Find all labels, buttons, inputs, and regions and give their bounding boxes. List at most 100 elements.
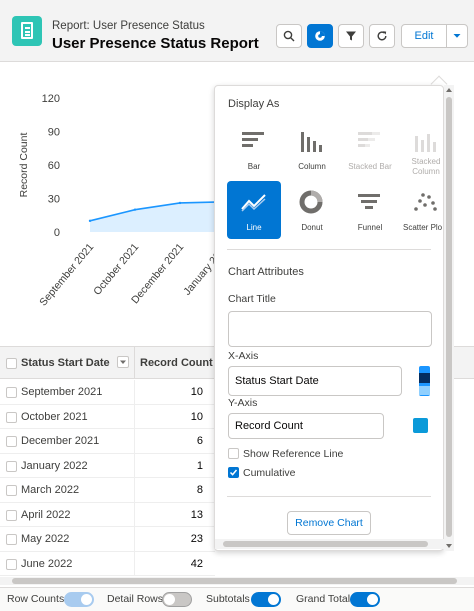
table-row[interactable]: December 2021 6 [0, 429, 215, 454]
scrollbar-thumb[interactable] [223, 541, 428, 547]
column-menu-button[interactable] [117, 356, 129, 368]
y-tick-label: 60 [48, 160, 60, 172]
chart-type-label: Donut [301, 223, 323, 232]
line-chart-icon [241, 194, 266, 212]
row-checkbox[interactable] [6, 534, 17, 545]
display-as-heading: Display As [228, 98, 280, 110]
table-row[interactable]: May 2022 23 [0, 527, 215, 552]
table-row[interactable]: October 2021 10 [0, 404, 215, 429]
refresh-button[interactable] [369, 24, 395, 48]
column-header-label: Status Start Date [21, 357, 110, 369]
chart-type-label: Funnel [357, 223, 383, 232]
scrollbar-thumb[interactable] [12, 578, 457, 584]
y-axis-select[interactable]: Record Count [228, 413, 384, 439]
scatter-plot-icon [414, 193, 437, 211]
table-row[interactable]: September 2021 10 [0, 380, 215, 405]
x-axis-select[interactable]: Status Start Date [228, 366, 402, 396]
row-record-count: 8 [196, 484, 203, 496]
x-tick-label: September 2021 [37, 241, 96, 308]
table-horizontal-scrollbar[interactable] [0, 577, 474, 585]
edit-button[interactable]: Edit [401, 24, 447, 48]
row-counts-label: Row Counts [7, 593, 65, 605]
row-checkbox[interactable] [6, 558, 17, 570]
x-axis-color-picker[interactable] [419, 366, 430, 396]
y-axis-color-picker[interactable] [413, 418, 428, 433]
edit-menu-button[interactable] [446, 24, 468, 48]
row-status-start-date: May 2022 [21, 533, 70, 545]
row-record-count: 6 [196, 435, 203, 447]
chart-type-stacked-bar: Stacked Bar [343, 120, 397, 178]
divider [227, 249, 431, 250]
page-title: User Presence Status Report [52, 35, 259, 52]
panel-horizontal-scrollbar[interactable] [215, 539, 444, 549]
report-header: Report: User Presence Status User Presen… [0, 0, 474, 62]
row-counts-toggle[interactable] [64, 592, 94, 607]
subtotals-toggle[interactable] [251, 592, 281, 607]
y-axis-label: Record Count [18, 133, 30, 198]
table-row[interactable]: March 2022 8 [0, 478, 215, 503]
grand-total-toggle[interactable] [350, 592, 380, 607]
row-status-start-date: January 2022 [21, 459, 88, 472]
grand-total-label: Grand Total [296, 593, 351, 605]
row-checkbox[interactable] [6, 411, 17, 423]
column-header-status-start-date[interactable]: Status Start Date ↑ [21, 347, 121, 379]
chart-type-funnel[interactable]: Funnel [343, 181, 397, 239]
show-reference-line-checkbox[interactable] [228, 448, 239, 459]
chevron-down-icon [120, 360, 126, 364]
report-app-icon [12, 16, 42, 46]
row-record-count: 13 [190, 508, 203, 521]
row-record-count: 23 [190, 533, 203, 545]
chevron-down-icon [453, 34, 461, 38]
column-header-record-count[interactable]: Record Count [140, 347, 213, 379]
y-tick-label: 90 [48, 127, 60, 139]
row-checkbox[interactable] [6, 485, 17, 496]
chart-title-label: Chart Title [228, 293, 276, 305]
row-status-start-date: December 2021 [21, 435, 100, 447]
data-point [178, 201, 182, 205]
table-row[interactable]: April 2022 13 [0, 502, 215, 527]
table-row[interactable]: June 2022 42 [0, 551, 215, 576]
scroll-down-icon[interactable] [446, 544, 452, 548]
chart-icon [315, 31, 325, 41]
chart-type-bar[interactable]: Bar [227, 120, 281, 178]
show-reference-line-label: Show Reference Line [243, 448, 344, 460]
y-tick-label: 120 [42, 93, 60, 105]
scroll-up-icon[interactable] [446, 88, 452, 92]
search-button[interactable] [276, 24, 302, 48]
select-all-checkbox[interactable] [6, 358, 17, 369]
row-checkbox[interactable] [6, 387, 17, 398]
chart-type-label: Line [246, 223, 262, 232]
chart-type-line[interactable]: Line [227, 181, 281, 239]
remove-chart-button[interactable]: Remove Chart [287, 511, 371, 535]
row-checkbox[interactable] [6, 436, 17, 447]
row-status-start-date: October 2021 [21, 410, 88, 423]
detail-rows-toggle[interactable] [162, 592, 192, 607]
chart-type-donut[interactable]: Donut [285, 181, 339, 239]
chart-type-column[interactable]: Column [285, 120, 339, 178]
y-axis-label: Y-Axis [228, 397, 258, 409]
cumulative-checkbox[interactable] [228, 467, 239, 478]
filter-button[interactable] [338, 24, 364, 48]
row-checkbox[interactable] [6, 460, 17, 472]
line-chart: 0 30 60 90 120 Record Count September 2021Octo… [18, 93, 215, 308]
check-icon [229, 469, 238, 476]
chart-type-scatter[interactable]: Scatter Plo [399, 181, 443, 239]
chart-type-label: Column [298, 162, 326, 171]
table-row[interactable]: January 2022 1 [0, 453, 215, 478]
filter-icon [346, 31, 356, 41]
refresh-icon [377, 31, 387, 41]
row-status-start-date: April 2022 [21, 508, 71, 521]
row-record-count: 1 [196, 459, 203, 472]
scrollbar-thumb[interactable] [446, 97, 452, 537]
row-checkbox[interactable] [6, 509, 17, 521]
search-icon [283, 30, 295, 42]
row-status-start-date: June 2022 [21, 557, 73, 570]
toggle-chart-button[interactable] [307, 24, 333, 48]
subtotals-label: Subtotals [206, 593, 250, 605]
panel-vertical-scrollbar[interactable] [444, 85, 454, 551]
x-tick-label: January 2022 [181, 241, 215, 298]
chart-title-input[interactable] [228, 311, 432, 347]
bar-chart-icon [242, 132, 264, 147]
funnel-chart-icon [358, 194, 380, 209]
data-point [88, 219, 92, 223]
